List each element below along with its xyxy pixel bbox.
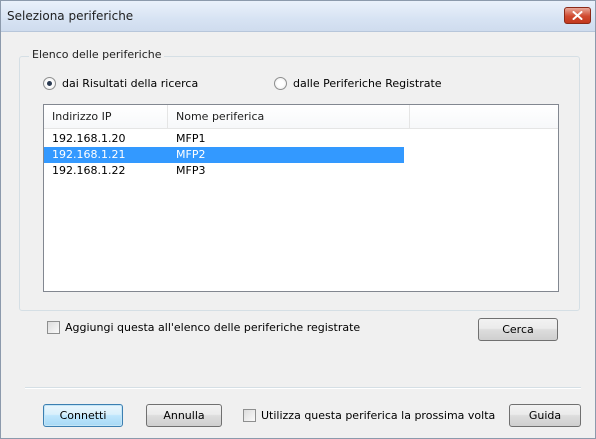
close-icon: [572, 11, 583, 20]
dialog-window: Seleziona periferiche Elenco delle perif…: [0, 0, 596, 439]
cancel-button[interactable]: Annulla: [146, 404, 222, 427]
cell-device-name: MFP3: [176, 164, 206, 177]
use-next-time-label: Utilizza questa periferica la prossima v…: [261, 409, 496, 422]
search-button[interactable]: Cerca: [478, 318, 558, 341]
cell-device-name: MFP2: [176, 148, 206, 161]
radio-search-results[interactable]: dai Risultati della ricerca: [43, 77, 198, 90]
checkbox-icon[interactable]: [47, 321, 60, 334]
radio-registered-devices-label: dalle Periferiche Registrate: [293, 77, 442, 90]
add-to-registered-label: Aggiungi questa all'elenco delle perifer…: [65, 321, 361, 334]
cell-ip: 192.168.1.20: [52, 132, 126, 145]
radio-registered-devices[interactable]: dalle Periferiche Registrate: [274, 77, 442, 90]
add-to-registered-checkbox[interactable]: Aggiungi questa all'elenco delle perifer…: [47, 321, 360, 334]
close-button[interactable]: [564, 7, 591, 24]
title-bar[interactable]: Seleziona periferiche: [1, 1, 595, 32]
help-button[interactable]: Guida: [509, 404, 581, 427]
list-header: Indirizzo IP Nome periferica: [44, 105, 558, 129]
device-list-legend: Elenco delle periferiche: [29, 48, 165, 61]
cell-device-name: MFP1: [176, 132, 206, 145]
column-header-device-name[interactable]: Nome periferica: [168, 105, 410, 129]
table-row-selected[interactable]: 192.168.1.21 MFP2: [44, 147, 404, 163]
device-list-view[interactable]: Indirizzo IP Nome periferica 192.168.1.2…: [43, 104, 559, 292]
cell-ip: 192.168.1.21: [52, 148, 126, 161]
connect-button[interactable]: Connetti: [43, 404, 123, 427]
use-next-time-checkbox[interactable]: Utilizza questa periferica la prossima v…: [243, 409, 495, 422]
cell-ip: 192.168.1.22: [52, 164, 126, 177]
radio-button-icon[interactable]: [43, 77, 56, 90]
radio-search-results-label: dai Risultati della ricerca: [62, 77, 199, 90]
column-header-ip[interactable]: Indirizzo IP: [44, 105, 168, 129]
footer-separator: [25, 387, 581, 389]
checkbox-icon[interactable]: [243, 409, 256, 422]
table-row[interactable]: 192.168.1.22 MFP3: [44, 163, 404, 179]
window-title: Seleziona periferiche: [7, 9, 134, 23]
radio-selected-dot: [47, 81, 52, 86]
radio-button-icon[interactable]: [274, 77, 287, 90]
table-row[interactable]: 192.168.1.20 MFP1: [44, 131, 404, 147]
